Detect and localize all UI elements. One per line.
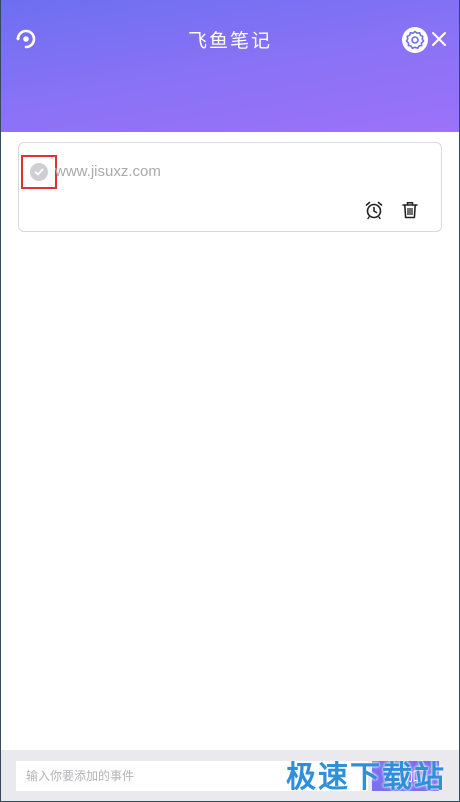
note-text[interactable]: www.jisuxz.com — [55, 163, 161, 180]
note-card: www.jisuxz.com — [18, 142, 442, 232]
note-list: www.jisuxz.com — [1, 132, 459, 750]
add-button[interactable]: 添加 — [372, 761, 439, 791]
header: 飞鱼笔记 — [1, 0, 459, 132]
event-input[interactable] — [16, 761, 368, 791]
gear-icon — [405, 30, 425, 50]
app-window: 飞鱼笔记 www.jisuxz.com 输入你要添加的事件 添加 极速下载站 — [0, 0, 460, 802]
alarm-clock-icon[interactable] — [364, 200, 384, 220]
close-icon[interactable] — [430, 30, 448, 48]
app-title: 飞鱼笔记 — [187, 31, 272, 52]
trash-icon[interactable] — [400, 200, 420, 220]
footer-bar: 添加 — [1, 750, 459, 801]
complete-checkbox[interactable] — [21, 155, 57, 189]
settings-button[interactable] — [402, 27, 428, 53]
check-circle-icon — [30, 163, 48, 181]
